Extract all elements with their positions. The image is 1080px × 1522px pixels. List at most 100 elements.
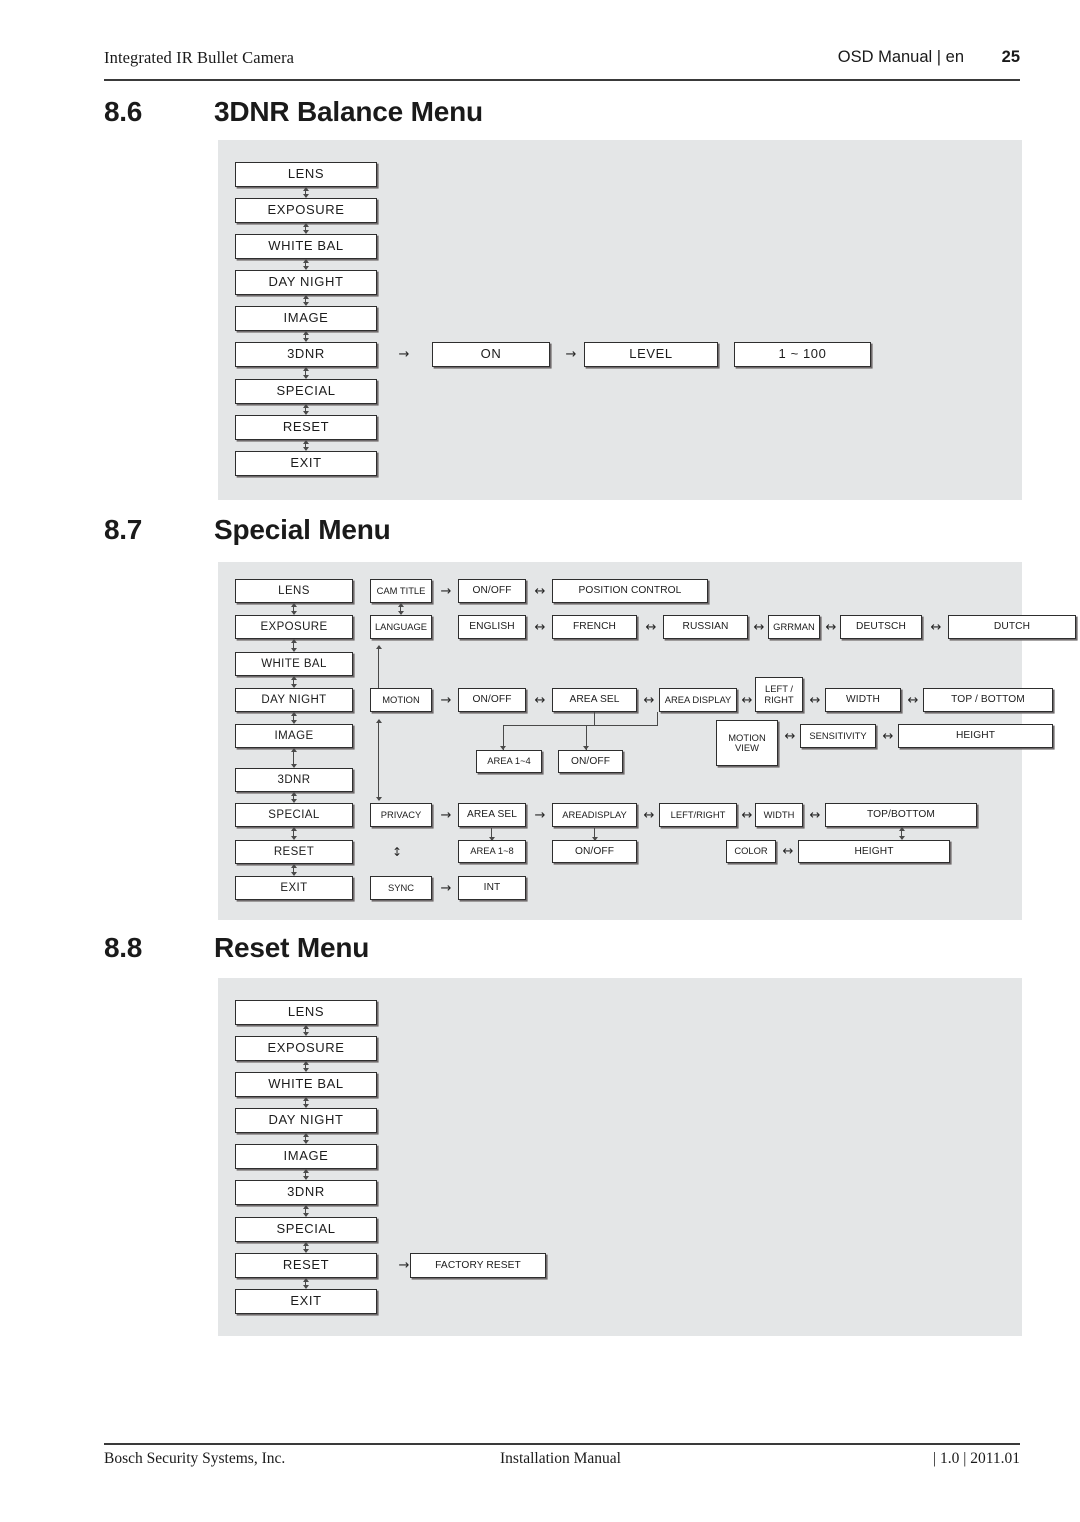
menu-box-reset[interactable]: RESET bbox=[235, 415, 377, 440]
connector-privacy-area-range bbox=[491, 828, 493, 840]
connector-language-motion bbox=[378, 646, 380, 692]
menu-box-lens[interactable]: LENS bbox=[235, 1000, 377, 1025]
arrow-both-icon: ↔ bbox=[882, 728, 894, 744]
arrow-both-icon: ↔ bbox=[534, 619, 546, 635]
submenu-box-privacy-width[interactable]: WIDTH bbox=[755, 803, 803, 827]
section-number: 8.7 bbox=[104, 514, 143, 545]
submenu-box-motion-display-onoff[interactable]: ON/OFF bbox=[558, 750, 623, 773]
arrow-right-icon: → bbox=[440, 583, 452, 599]
branch-box-factory-reset[interactable]: FACTORY RESET bbox=[410, 1253, 546, 1278]
arrow-both-icon: ↔ bbox=[645, 619, 657, 635]
connector-whitebal-daynight bbox=[305, 260, 307, 269]
submenu-box-motion-onoff[interactable]: ON/OFF bbox=[458, 688, 526, 712]
arrow-both-icon: ↔ bbox=[809, 692, 821, 708]
submenu-box-privacy-top-bottom[interactable]: TOP/BOTTOM bbox=[825, 803, 977, 827]
connector-lens-exposure bbox=[305, 1026, 307, 1035]
connector-whitebal-daynight bbox=[293, 677, 295, 687]
connector-daynight-image bbox=[293, 713, 295, 723]
branch-box-on[interactable]: ON bbox=[432, 342, 550, 367]
connector-exposure-whitebal bbox=[305, 1062, 307, 1071]
connector-privacy-display-onoff bbox=[594, 828, 596, 840]
menu-box-3dnr[interactable]: 3DNR bbox=[235, 342, 377, 367]
submenu-box-motion-left-right[interactable]: LEFT / RIGHT bbox=[755, 677, 803, 712]
menu-box-exit[interactable]: EXIT bbox=[235, 876, 353, 900]
submenu-box-language-dutch[interactable]: DUTCH bbox=[948, 615, 1076, 639]
branch-box-level[interactable]: LEVEL bbox=[584, 342, 718, 367]
footer-doc-type: Installation Manual bbox=[500, 1450, 621, 1467]
menu-box-exposure[interactable]: EXPOSURE bbox=[235, 1036, 377, 1061]
arrow-both-icon: ↔ bbox=[741, 692, 753, 708]
menu-box-image[interactable]: IMAGE bbox=[235, 724, 353, 748]
connector-area-sel-branch bbox=[500, 712, 595, 750]
submenu-box-motion-view[interactable]: MOTION VIEW bbox=[716, 720, 778, 766]
connector-special-reset bbox=[305, 1243, 307, 1252]
submenu-box-privacy-color[interactable]: COLOR bbox=[726, 840, 776, 863]
page-header: Integrated IR Bullet Camera OSD Manual |… bbox=[104, 48, 1020, 82]
submenu-box-privacy-area-sel[interactable]: AREA SEL bbox=[458, 803, 526, 827]
menu-box-image[interactable]: IMAGE bbox=[235, 1144, 377, 1169]
submenu-box-privacy[interactable]: PRIVACY bbox=[370, 803, 432, 827]
submenu-box-motion-area-sel[interactable]: AREA SEL bbox=[552, 688, 637, 712]
arrow-both-icon: ↔ bbox=[809, 807, 821, 823]
menu-box-special[interactable]: SPECIAL bbox=[235, 379, 377, 404]
menu-box-special[interactable]: SPECIAL bbox=[235, 803, 353, 827]
menu-box-special[interactable]: SPECIAL bbox=[235, 1217, 377, 1242]
connector-special-reset bbox=[305, 405, 307, 414]
diagram-3dnr-balance-menu: LENS EXPOSURE WHITE BAL DAY NIGHT IMAGE … bbox=[218, 140, 1022, 500]
submenu-box-motion-area-range[interactable]: AREA 1~4 bbox=[476, 750, 542, 773]
connector-lens-exposure bbox=[305, 188, 307, 197]
submenu-box-privacy-left-right[interactable]: LEFT/RIGHT bbox=[659, 803, 737, 827]
submenu-box-motion-width[interactable]: WIDTH bbox=[825, 688, 901, 712]
submenu-box-privacy-area-range[interactable]: AREA 1~8 bbox=[458, 840, 526, 863]
submenu-box-position-control[interactable]: POSITION CONTROL bbox=[552, 579, 708, 603]
menu-box-exit[interactable]: EXIT bbox=[235, 1289, 377, 1314]
arrow-both-icon: ↔ bbox=[825, 619, 837, 635]
submenu-box-sync-int[interactable]: INT bbox=[458, 876, 526, 900]
menu-box-3dnr[interactable]: 3DNR bbox=[235, 768, 353, 792]
menu-box-lens[interactable]: LENS bbox=[235, 162, 377, 187]
arrow-right-icon: → bbox=[440, 807, 452, 823]
menu-box-white-bal[interactable]: WHITE BAL bbox=[235, 1072, 377, 1097]
arrow-both-icon: ↔ bbox=[534, 692, 546, 708]
connector-image-3dnr bbox=[293, 749, 295, 767]
menu-box-day-night[interactable]: DAY NIGHT bbox=[235, 270, 377, 295]
menu-box-white-bal[interactable]: WHITE BAL bbox=[235, 234, 377, 259]
arrow-both-icon: ↔ bbox=[753, 619, 765, 635]
arrow-vertical-both-icon: ↕ bbox=[391, 844, 403, 859]
submenu-box-language-german[interactable]: GRRMAN bbox=[768, 615, 820, 639]
section-number: 8.8 bbox=[104, 932, 143, 963]
submenu-box-language-russian[interactable]: RUSSIAN bbox=[663, 615, 748, 639]
submenu-box-language-french[interactable]: FRENCH bbox=[552, 615, 637, 639]
arrow-right-icon: → bbox=[440, 880, 452, 896]
menu-box-image[interactable]: IMAGE bbox=[235, 306, 377, 331]
arrow-both-icon: ↔ bbox=[741, 807, 753, 823]
submenu-box-language[interactable]: LANGUAGE bbox=[370, 615, 432, 639]
menu-box-reset[interactable]: RESET bbox=[235, 1253, 377, 1278]
menu-box-white-bal[interactable]: WHITE BAL bbox=[235, 652, 353, 676]
branch-box-level-range[interactable]: 1 ~ 100 bbox=[734, 342, 871, 367]
submenu-box-motion-sensitivity[interactable]: SENSITIVITY bbox=[800, 724, 876, 748]
menu-box-day-night[interactable]: DAY NIGHT bbox=[235, 1108, 377, 1133]
submenu-box-privacy-height[interactable]: HEIGHT bbox=[798, 840, 950, 863]
submenu-box-language-english[interactable]: ENGLISH bbox=[458, 615, 526, 639]
submenu-box-motion-area-display[interactable]: AREA DISPLAY bbox=[659, 688, 737, 712]
menu-box-day-night[interactable]: DAY NIGHT bbox=[235, 688, 353, 712]
submenu-box-privacy-display-onoff[interactable]: ON/OFF bbox=[552, 840, 637, 863]
menu-box-exit[interactable]: EXIT bbox=[235, 451, 377, 476]
submenu-box-language-deutsch[interactable]: DEUTSCH bbox=[840, 615, 922, 639]
submenu-box-privacy-area-display[interactable]: AREADISPLAY bbox=[552, 803, 637, 827]
submenu-box-motion-height[interactable]: HEIGHT bbox=[898, 724, 1053, 748]
submenu-box-sync[interactable]: SYNC bbox=[370, 876, 432, 900]
menu-box-exposure[interactable]: EXPOSURE bbox=[235, 615, 353, 639]
submenu-box-motion-top-bottom[interactable]: TOP / BOTTOM bbox=[923, 688, 1053, 712]
menu-box-reset[interactable]: RESET bbox=[235, 840, 353, 864]
menu-box-exposure[interactable]: EXPOSURE bbox=[235, 198, 377, 223]
menu-box-3dnr[interactable]: 3DNR bbox=[235, 1180, 377, 1205]
arrow-both-icon: ↔ bbox=[782, 844, 794, 859]
menu-box-lens[interactable]: LENS bbox=[235, 579, 353, 603]
submenu-box-cam-title[interactable]: CAM TITLE bbox=[370, 579, 432, 603]
submenu-box-motion[interactable]: MOTION bbox=[370, 688, 432, 712]
submenu-box-cam-title-onoff[interactable]: ON/OFF bbox=[458, 579, 526, 603]
header-document-title: Integrated IR Bullet Camera bbox=[104, 48, 295, 67]
header-page-number: 25 bbox=[1001, 48, 1020, 66]
